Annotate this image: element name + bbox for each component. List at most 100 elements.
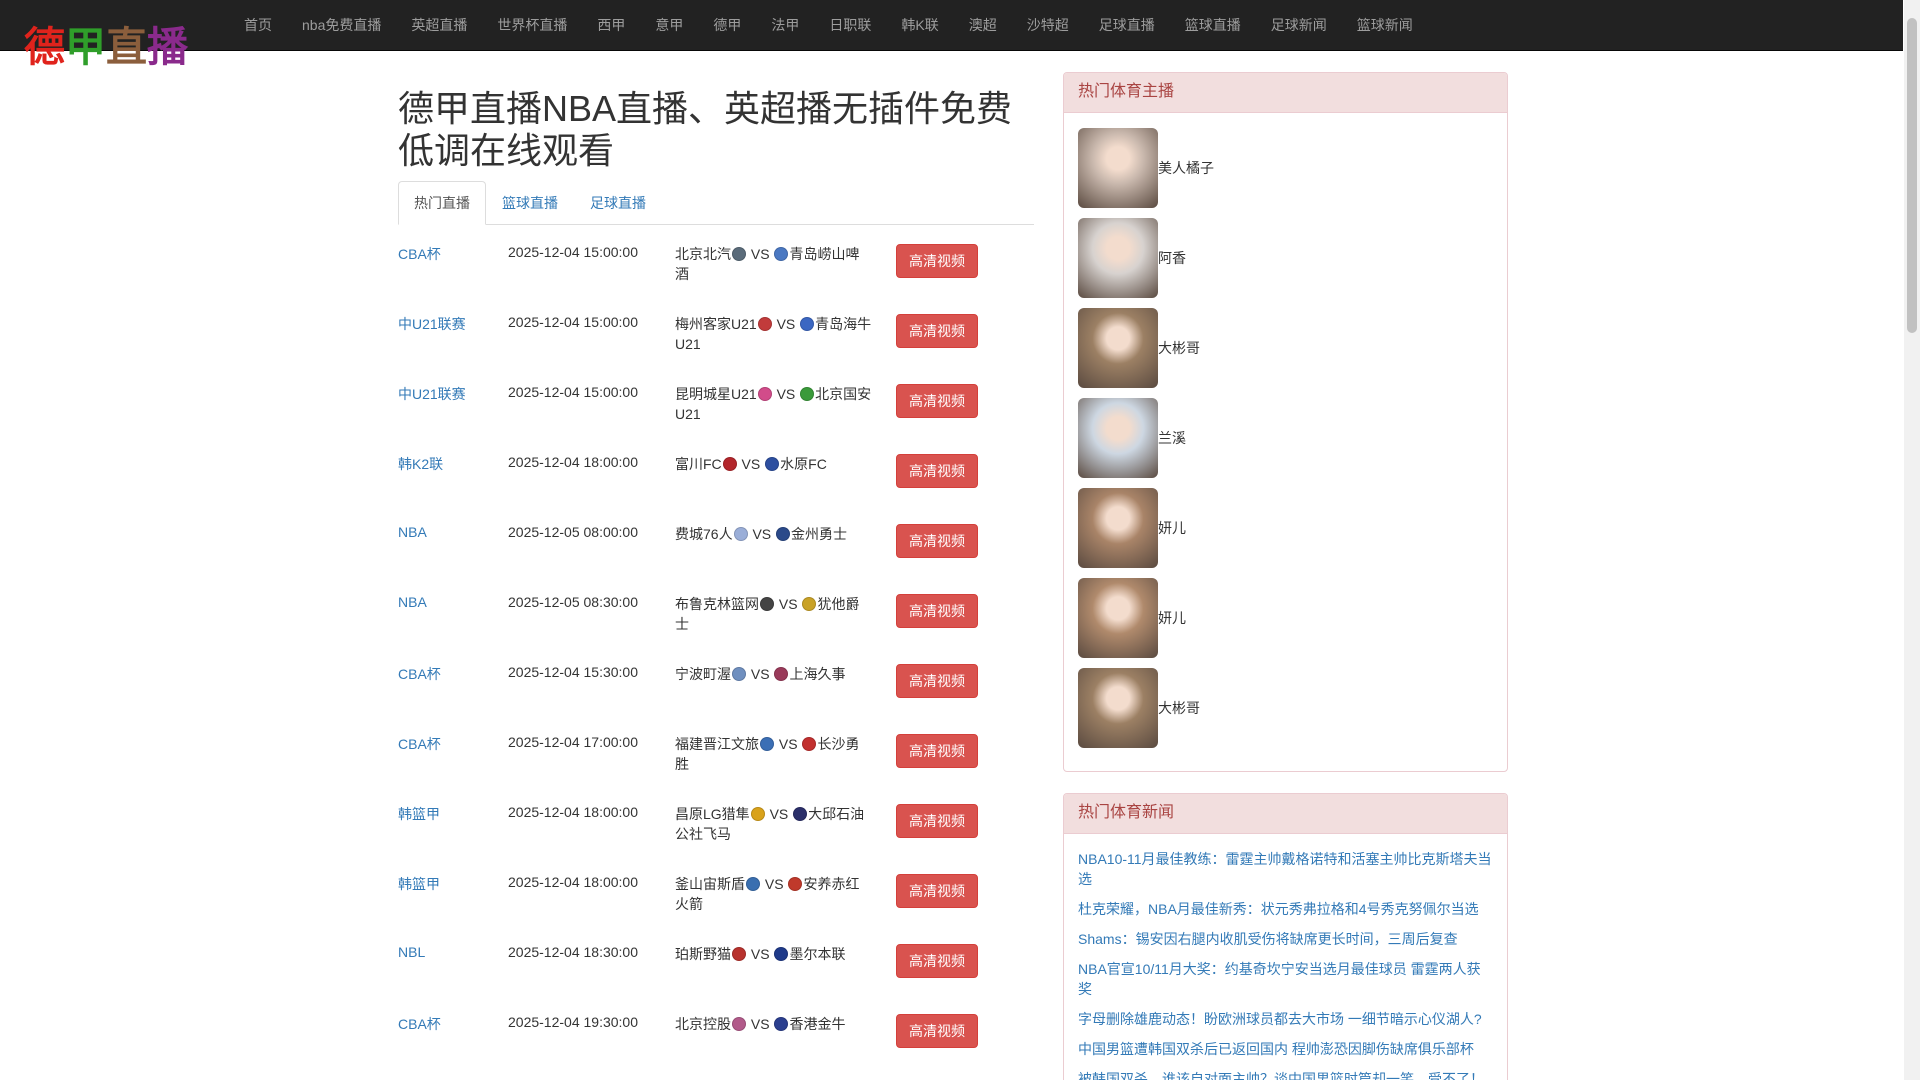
match-teams: 昆明城星U21 VS 北京国安U21 — [675, 384, 873, 424]
match-league-link[interactable]: CBA杯 — [398, 1014, 441, 1034]
nav-link-12[interactable]: 沙特超 — [1012, 0, 1084, 51]
tab-2[interactable]: 篮球直播 — [486, 181, 574, 225]
anchor-item[interactable]: 阿香 — [1078, 218, 1493, 298]
anchor-avatar[interactable] — [1078, 128, 1158, 208]
anchor-avatar[interactable] — [1078, 488, 1158, 568]
anchor-avatar[interactable] — [1078, 218, 1158, 298]
home-team-name: 费城76人 — [675, 526, 733, 542]
nav-item: nba免费直播 — [287, 0, 396, 51]
match-league-link[interactable]: 韩篮甲 — [398, 804, 440, 824]
anchor-name[interactable]: 妍儿 — [1158, 608, 1186, 628]
match-time: 2025-12-04 15:00:00 — [508, 244, 638, 260]
news-link[interactable]: NBA官宣10/11月大奖：约基奇坎宁安当选月最佳球员 雷霆两人获奖 — [1078, 959, 1493, 999]
news-link[interactable]: 字母删除雄鹿动态！盼欧洲球员都去大市场 一细节暗示心仪湖人? — [1078, 1009, 1493, 1029]
hd-video-button[interactable]: 高清视频 — [896, 1014, 978, 1048]
hd-video-button[interactable]: 高清视频 — [896, 454, 978, 488]
match-league-link[interactable]: 韩K2联 — [398, 454, 443, 474]
anchor-name[interactable]: 美人橘子 — [1158, 158, 1214, 178]
vs-label: VS — [772, 316, 800, 332]
anchor-name[interactable]: 兰溪 — [1158, 428, 1186, 448]
anchor-name[interactable]: 大彬哥 — [1158, 698, 1200, 718]
home-team-logo-icon — [732, 1017, 746, 1031]
hd-video-button[interactable]: 高清视频 — [896, 244, 978, 278]
anchor-avatar[interactable] — [1078, 308, 1158, 388]
match-league-link[interactable]: NBA — [398, 524, 427, 540]
nav-link-14[interactable]: 篮球直播 — [1170, 0, 1256, 51]
match-league-link[interactable]: NBL — [398, 944, 425, 960]
logo-char: 德 — [24, 23, 65, 71]
vs-label: VS — [765, 806, 793, 822]
news-link[interactable]: NBA10-11月最佳教练：雷霆主帅戴格诺特和活塞主帅比克斯塔夫当选 — [1078, 849, 1493, 889]
nav-link-7[interactable]: 德甲 — [698, 0, 756, 51]
scrollbar-thumb[interactable] — [1907, 18, 1917, 333]
hd-video-button[interactable]: 高清视频 — [896, 734, 978, 768]
hd-video-button[interactable]: 高清视频 — [896, 944, 978, 978]
nav-link-13[interactable]: 足球直播 — [1084, 0, 1170, 51]
nav-item: 篮球直播 — [1170, 0, 1256, 51]
news-link[interactable]: Shams：锡安因右腿内收肌受伤将缺席更长时间，三周后复查 — [1078, 929, 1493, 949]
nav-link-2[interactable]: nba免费直播 — [287, 0, 396, 51]
tab-1[interactable]: 热门直播 — [398, 181, 486, 225]
nav-link-16[interactable]: 篮球新闻 — [1342, 0, 1428, 51]
away-team-logo-icon — [802, 737, 817, 751]
nav-link-10[interactable]: 韩K联 — [886, 0, 953, 51]
match-league-link[interactable]: NBA — [398, 594, 427, 610]
home-team-name: 北京北汽 — [675, 246, 731, 262]
home-team-name: 宁波町渥 — [675, 666, 731, 682]
match-league-link[interactable]: 韩篮甲 — [398, 874, 440, 894]
nav-link-9[interactable]: 日职联 — [814, 0, 886, 51]
away-team-logo-icon — [776, 527, 791, 541]
anchor-avatar[interactable] — [1078, 578, 1158, 658]
match-teams: 富川FC VS 水原FC — [675, 454, 873, 474]
match-league-link[interactable]: CBA杯 — [398, 664, 441, 684]
match-league-link[interactable]: CBA杯 — [398, 734, 441, 754]
hd-video-button[interactable]: 高清视频 — [896, 524, 978, 558]
hd-video-button[interactable]: 高清视频 — [896, 804, 978, 838]
logo-char: 播 — [147, 23, 188, 71]
home-team-name: 昌原LG猎隼 — [675, 806, 750, 822]
hd-video-button[interactable]: 高清视频 — [896, 314, 978, 348]
anchor-item[interactable]: 妍儿 — [1078, 488, 1493, 568]
match-league-link[interactable]: CBA杯 — [398, 244, 441, 264]
tab-3[interactable]: 足球直播 — [574, 181, 662, 225]
match-time: 2025-12-04 15:30:00 — [508, 664, 638, 680]
nav-link-8[interactable]: 法甲 — [756, 0, 814, 51]
nav-link-4[interactable]: 世界杯直播 — [482, 0, 582, 51]
anchor-avatar[interactable] — [1078, 668, 1158, 748]
site-logo[interactable]: 德甲直播 — [24, 22, 188, 72]
match-league-link[interactable]: 中U21联赛 — [398, 314, 466, 334]
anchor-item[interactable]: 大彬哥 — [1078, 668, 1493, 748]
anchor-name[interactable]: 妍儿 — [1158, 518, 1186, 538]
hd-video-button[interactable]: 高清视频 — [896, 664, 978, 698]
nav-link-15[interactable]: 足球新闻 — [1256, 0, 1342, 51]
vertical-scrollbar[interactable] — [1904, 0, 1920, 1080]
anchor-item[interactable]: 大彬哥 — [1078, 308, 1493, 388]
anchor-item[interactable]: 兰溪 — [1078, 398, 1493, 478]
away-team-name: 金州勇士 — [791, 526, 848, 542]
nav-link-11[interactable]: 澳超 — [954, 0, 1012, 51]
home-team-logo-icon — [760, 737, 774, 751]
match-teams: 布鲁克林篮网 VS 犹他爵士 — [675, 594, 873, 634]
hd-video-button[interactable]: 高清视频 — [896, 384, 978, 418]
vs-label: VS — [737, 456, 765, 472]
nav-link-1[interactable]: 首页 — [229, 0, 287, 51]
live-tabs: 热门直播 篮球直播 足球直播 — [398, 181, 1034, 225]
match-list: CBA杯 2025-12-04 15:00:00 北京北汽 VS 青岛崂山啤酒 高清视… — [398, 238, 1034, 1078]
match-league-link[interactable]: 中U21联赛 — [398, 384, 466, 404]
nav-link-6[interactable]: 意甲 — [640, 0, 698, 51]
news-link[interactable]: 杜克荣耀，NBA月最佳新秀：状元秀弗拉格和4号秀克努佩尔当选 — [1078, 899, 1493, 919]
hd-video-button[interactable]: 高清视频 — [896, 874, 978, 908]
nav-link-5[interactable]: 西甲 — [582, 0, 640, 51]
news-link[interactable]: 被韩国双杀，谁该自对面主帅？谈中国男篮时篇却一笑，受不了！ — [1078, 1069, 1493, 1080]
anchor-item[interactable]: 美人橘子 — [1078, 128, 1493, 208]
anchor-name[interactable]: 阿香 — [1158, 248, 1186, 268]
anchor-item[interactable]: 妍儿 — [1078, 578, 1493, 658]
logo-char: 直 — [106, 23, 147, 71]
hd-video-button[interactable]: 高清视频 — [896, 594, 978, 628]
news-link[interactable]: 中国男篮遭韩国双杀后已返回国内 程帅澎恐因脚伤缺席俱乐部杯 — [1078, 1039, 1493, 1059]
nav-item: 沙特超 — [1012, 0, 1084, 51]
match-teams: 宁波町渥 VS 上海久事 — [675, 664, 873, 684]
anchor-name[interactable]: 大彬哥 — [1158, 338, 1200, 358]
nav-link-3[interactable]: 英超直播 — [396, 0, 482, 51]
anchor-avatar[interactable] — [1078, 398, 1158, 478]
